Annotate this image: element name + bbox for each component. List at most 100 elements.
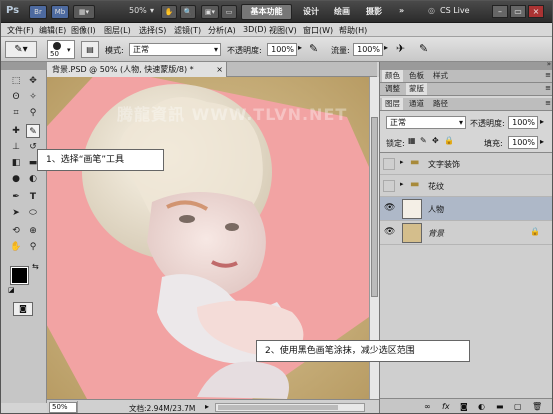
- visibility-toggle[interactable]: [383, 158, 395, 170]
- panel-menu-icon[interactable]: ≡: [545, 71, 551, 79]
- 3d-rotate-tool-icon[interactable]: ⟲: [9, 224, 23, 238]
- layer-name[interactable]: 背景: [428, 228, 444, 239]
- lasso-tool-icon[interactable]: ʘ: [9, 90, 23, 104]
- mini-bridge-button[interactable]: Mb: [51, 5, 69, 19]
- tool-preset-picker[interactable]: ✎▾: [5, 41, 37, 58]
- tab-masks[interactable]: 蒙版: [406, 83, 427, 95]
- menu-view[interactable]: 视图(V): [269, 25, 297, 36]
- eyedropper-tool-icon[interactable]: ⚲: [26, 106, 40, 120]
- layer-opacity-arrow[interactable]: ▸: [540, 117, 544, 126]
- workspace-more[interactable]: »: [399, 6, 404, 15]
- layer-row[interactable]: ▸ ▬ 花纹: [380, 175, 552, 197]
- quick-mask-button[interactable]: ◙: [13, 302, 33, 316]
- path-select-tool-icon[interactable]: ➤: [9, 206, 23, 220]
- layer-row[interactable]: ▸ ▬ 文字装饰: [380, 153, 552, 175]
- adjustment-layer-icon[interactable]: ◐: [478, 402, 485, 411]
- expand-arrow-icon[interactable]: ▸: [400, 158, 404, 166]
- layer-name[interactable]: 人物: [428, 204, 444, 215]
- close-button[interactable]: ×: [528, 5, 544, 18]
- expand-arrow-icon[interactable]: ▸: [400, 180, 404, 188]
- tab-channels[interactable]: 通道: [406, 98, 427, 110]
- pressure-opacity-icon[interactable]: ✎: [309, 42, 318, 55]
- status-zoom-field[interactable]: 50%: [49, 402, 77, 413]
- tab-adjustments[interactable]: 调整: [382, 83, 403, 95]
- close-tab-icon[interactable]: ×: [216, 62, 223, 77]
- workspace-essentials-button[interactable]: 基本功能: [241, 4, 292, 20]
- link-layers-icon[interactable]: ∞: [424, 402, 431, 411]
- panel-menu-icon[interactable]: ≡: [545, 99, 551, 107]
- collapse-icon[interactable]: »: [547, 60, 551, 68]
- layer-opacity-input[interactable]: 100%: [508, 116, 538, 129]
- layer-row[interactable]: 👁 人物: [380, 197, 552, 221]
- menu-layer[interactable]: 图层(L): [104, 25, 131, 36]
- scrollbar-thumb[interactable]: [371, 117, 378, 297]
- spot-healing-tool-icon[interactable]: ✚: [9, 124, 23, 138]
- lock-position-icon[interactable]: ✥: [432, 136, 439, 145]
- bridge-button[interactable]: Br: [29, 5, 47, 19]
- brush-panel-toggle[interactable]: ▤: [81, 41, 99, 58]
- brush-preset-picker[interactable]: 50 ▾: [47, 40, 75, 59]
- hand-tool-button[interactable]: ✋: [161, 5, 177, 19]
- menu-file[interactable]: 文件(F): [7, 25, 34, 36]
- opacity-slider-arrow[interactable]: ▸: [298, 43, 302, 52]
- crop-tool-icon[interactable]: ⌗: [9, 106, 23, 120]
- lock-image-icon[interactable]: ✎: [420, 136, 427, 145]
- new-group-icon[interactable]: ▬: [496, 402, 504, 411]
- workspace-photography[interactable]: 摄影: [366, 6, 382, 17]
- menu-analysis[interactable]: 分析(A): [208, 25, 236, 36]
- h-scrollbar-thumb[interactable]: [218, 405, 338, 410]
- cs-live-button[interactable]: CS Live: [440, 6, 470, 15]
- maximize-button[interactable]: ▭: [510, 5, 526, 18]
- mode-dropdown[interactable]: 正常 ▾: [129, 43, 221, 56]
- tab-styles[interactable]: 样式: [430, 70, 451, 82]
- view-extras-button[interactable]: ▦▾: [73, 5, 95, 19]
- arrange-documents-button[interactable]: ▣▾: [201, 5, 219, 19]
- flow-input[interactable]: 100%: [353, 43, 383, 56]
- layer-style-icon[interactable]: fx: [442, 402, 450, 411]
- add-mask-icon[interactable]: ◙: [460, 402, 468, 411]
- menu-edit[interactable]: 编辑(E): [39, 25, 66, 36]
- foreground-color-swatch[interactable]: [10, 266, 29, 285]
- lock-all-icon[interactable]: 🔒: [444, 136, 454, 145]
- panel-menu-icon[interactable]: ≡: [545, 84, 551, 92]
- screen-mode-button[interactable]: ▭: [221, 5, 237, 19]
- fill-input[interactable]: 100%: [508, 136, 538, 149]
- menu-3d[interactable]: 3D(D): [243, 25, 267, 34]
- default-colors-icon[interactable]: ◪: [8, 286, 15, 294]
- lock-transparency-icon[interactable]: ▦: [408, 136, 416, 145]
- move-tool-icon[interactable]: ✥: [26, 74, 40, 88]
- eye-icon[interactable]: 👁: [384, 227, 395, 237]
- layer-row[interactable]: 👁 背景 🔒: [380, 221, 552, 245]
- brush-tool-icon[interactable]: ✎: [26, 124, 40, 138]
- tab-color[interactable]: 颜色: [382, 70, 403, 82]
- workspace-design[interactable]: 设计: [303, 6, 319, 17]
- zoom-level-dropdown[interactable]: 50%: [129, 6, 147, 15]
- zoom-tool-icon[interactable]: ⚲: [26, 240, 40, 254]
- pressure-size-icon[interactable]: ✎: [419, 42, 428, 55]
- quick-select-tool-icon[interactable]: ✧: [26, 90, 40, 104]
- menu-image[interactable]: 图像(I): [71, 25, 96, 36]
- workspace-painting[interactable]: 绘画: [334, 6, 350, 17]
- swap-colors-icon[interactable]: ⇆: [32, 262, 39, 271]
- menu-filter[interactable]: 滤镜(T): [174, 25, 201, 36]
- marquee-tool-icon[interactable]: ⬚: [9, 74, 23, 88]
- tab-layers[interactable]: 图层: [382, 98, 403, 110]
- tab-swatches[interactable]: 色板: [406, 70, 427, 82]
- visibility-toggle[interactable]: [383, 180, 395, 192]
- dodge-tool-icon[interactable]: ◐: [26, 172, 40, 186]
- airbrush-icon[interactable]: ✈: [396, 42, 405, 55]
- blend-mode-dropdown[interactable]: 正常 ▾: [386, 116, 466, 129]
- zoom-tool-button[interactable]: 🔍: [180, 5, 196, 19]
- minimize-button[interactable]: –: [492, 5, 508, 18]
- 3d-orbit-tool-icon[interactable]: ⊕: [26, 224, 40, 238]
- flow-slider-arrow[interactable]: ▸: [384, 43, 388, 52]
- layer-name[interactable]: 文字装饰: [428, 159, 460, 170]
- document-tab[interactable]: 背景.PSD @ 50% (人物, 快速蒙版/8) * ×: [47, 62, 227, 77]
- opacity-input[interactable]: 100%: [267, 43, 297, 56]
- hand-tool-icon[interactable]: ✋: [9, 240, 23, 254]
- clone-stamp-tool-icon[interactable]: ⊥: [9, 140, 23, 154]
- status-menu-arrow[interactable]: ▸: [205, 402, 209, 411]
- fill-arrow[interactable]: ▸: [540, 137, 544, 146]
- blur-tool-icon[interactable]: ●: [9, 172, 23, 186]
- eraser-tool-icon[interactable]: ◧: [9, 156, 23, 170]
